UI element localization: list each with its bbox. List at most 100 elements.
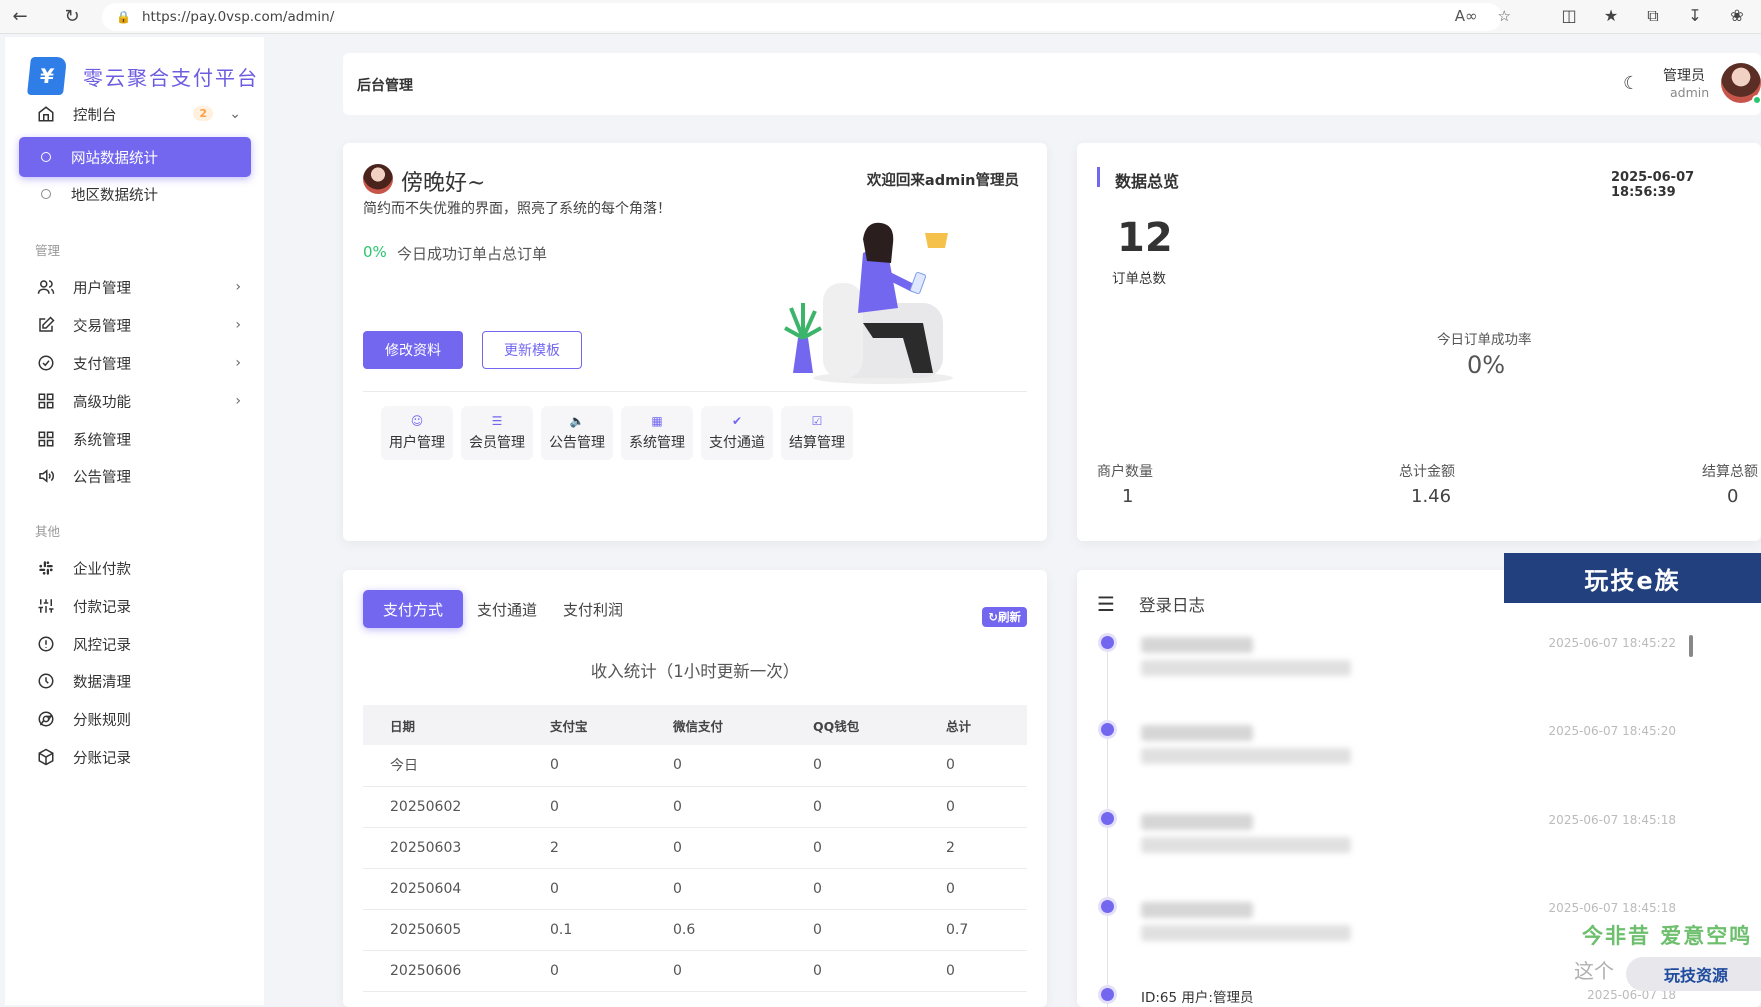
logo-icon: ¥	[27, 57, 67, 95]
tab-payment-channel[interactable]: 支付通道	[467, 590, 547, 628]
quick-link-announcements[interactable]: 🔈 公告管理	[541, 406, 613, 460]
sidebar: ¥ 零云聚合支付平台 控制台 2 ⌄ 网站数据统计 地区数据统计 管理 用户管理…	[5, 37, 264, 1005]
sidebar-item-site-stats[interactable]: 网站数据统计	[19, 137, 251, 177]
scrollbar[interactable]	[1689, 635, 1693, 657]
quick-link-settlement[interactable]: ☑ 结算管理	[781, 406, 853, 460]
section-label-other: 其他	[35, 524, 61, 539]
quick-link-label: 公告管理	[549, 435, 605, 451]
table-cell: 20250603	[363, 827, 523, 869]
table-row: 今日 0 0 0 0	[363, 745, 1027, 787]
table-cell: 0	[523, 745, 646, 787]
column-header: 日期	[363, 705, 523, 745]
layers-icon: ☰	[491, 414, 503, 428]
sidebar-item-advanced[interactable]: 高级功能 ›	[19, 381, 251, 421]
reload-icon[interactable]: ↻	[52, 0, 92, 34]
moon-icon[interactable]: ☾	[1623, 73, 1639, 94]
sidebar-item-data-cleanup[interactable]: 数据清理	[19, 661, 251, 701]
table-cell: 2	[919, 827, 1027, 869]
tab-payment-profit[interactable]: 支付利润	[553, 590, 633, 628]
table-row: 20250604 0 0 0 0	[363, 868, 1027, 910]
grid-icon: ▦	[651, 414, 663, 428]
watermark-text: 这个	[1574, 959, 1614, 983]
sidebar-item-region-stats[interactable]: 地区数据统计	[19, 174, 251, 214]
sidebar-item-enterprise-pay[interactable]: 企业付款	[19, 548, 251, 588]
sidebar-item-payment-records[interactable]: 付款记录	[19, 586, 251, 626]
collections-icon[interactable]: ⧉	[1643, 6, 1663, 26]
extensions-icon[interactable]: ❀	[1727, 6, 1747, 26]
url-text[interactable]: https://pay.0vsp.com/admin/	[142, 9, 334, 25]
quick-link-label: 用户管理	[389, 435, 445, 451]
sidebar-item-label: 风控记录	[73, 637, 131, 654]
favorites-icon[interactable]: ★	[1601, 6, 1621, 26]
watermark-pill: 玩技资源	[1626, 957, 1761, 991]
timeline-dot	[1101, 988, 1114, 1001]
quick-link-users[interactable]: ☺ 用户管理	[381, 406, 453, 460]
table-cell: 0	[523, 950, 646, 992]
sidebar-item-risk-records[interactable]: 风控记录	[19, 624, 251, 664]
favorite-star-icon[interactable]: ☆	[1498, 7, 1511, 25]
sidebar-item-split-records[interactable]: 分账记录	[19, 737, 251, 777]
sidebar-item-label: 分账规则	[73, 712, 131, 729]
logo[interactable]: ¥ 零云聚合支付平台	[27, 57, 259, 95]
table-cell: 0	[646, 827, 786, 869]
sidebar-item-label: 公告管理	[73, 469, 131, 486]
sidebar-item-announcements[interactable]: 公告管理	[19, 456, 251, 496]
order-total-label: 订单总数	[1112, 271, 1166, 287]
sidebar-item-label: 付款记录	[73, 599, 131, 616]
table-cell: 20250604	[363, 868, 523, 910]
chevron-right-icon: ›	[235, 393, 241, 409]
sidebar-item-dashboard[interactable]: 控制台 2 ⌄	[19, 94, 251, 134]
stats-title: 收入统计（1小时更新一次）	[590, 662, 800, 681]
tab-payment-method[interactable]: 支付方式	[363, 590, 463, 628]
sidebar-item-system[interactable]: 系统管理	[19, 419, 251, 459]
table-cell: 0	[646, 868, 786, 910]
speaker-icon	[35, 465, 57, 487]
download-icon[interactable]: ↧	[1685, 6, 1705, 26]
read-aloud-icon[interactable]: A∞	[1455, 7, 1478, 25]
sidebar-item-label: 地区数据统计	[71, 187, 158, 204]
quick-link-members[interactable]: ☰ 会员管理	[461, 406, 533, 460]
section-label-manage: 管理	[35, 243, 61, 258]
sidebar-item-label: 分账记录	[73, 750, 131, 767]
slogan: 简约而不失优雅的界面，照亮了系统的每个角落！	[363, 201, 671, 217]
table-row: 20250602 0 0 0 0	[363, 786, 1027, 828]
back-icon[interactable]: ←	[0, 0, 40, 34]
refresh-button[interactable]: ↻刷新	[982, 607, 1027, 627]
sidebar-item-payments[interactable]: 支付管理 ›	[19, 343, 251, 383]
sidebar-item-label: 支付管理	[73, 356, 131, 373]
list-icon: ☰	[1097, 592, 1115, 616]
table-cell: 0	[786, 868, 919, 910]
table-cell: 0	[786, 950, 919, 992]
table-cell: 0	[919, 745, 1027, 787]
quick-link-label: 系统管理	[629, 435, 685, 451]
chrome-icon	[35, 708, 57, 730]
quick-link-system[interactable]: ▦ 系统管理	[621, 406, 693, 460]
table-cell: 今日	[363, 745, 523, 787]
watermark-banner: 玩技e族	[1504, 553, 1761, 603]
table-cell: 0	[646, 950, 786, 992]
table-cell: 0	[646, 786, 786, 828]
online-status-dot	[1752, 95, 1761, 105]
quick-link-channels[interactable]: ✔ 支付通道	[701, 406, 773, 460]
blurred-text	[1141, 814, 1253, 830]
user-name[interactable]: 管理员	[1663, 65, 1705, 85]
edit-profile-button[interactable]: 修改资料	[363, 331, 463, 369]
quick-link-label: 结算管理	[789, 435, 845, 451]
sidebar-item-split-rules[interactable]: 分账规则	[19, 699, 251, 739]
split-screen-icon[interactable]: ◫	[1559, 6, 1579, 26]
login-log-title: 登录日志	[1139, 596, 1205, 615]
sidebar-item-label: 系统管理	[73, 432, 131, 449]
sidebar-item-trades[interactable]: 交易管理 ›	[19, 305, 251, 345]
table-row: 20250603 2 0 0 2	[363, 827, 1027, 869]
table-cell: 0	[786, 745, 919, 787]
table-cell: 0	[919, 950, 1027, 992]
sidebar-item-label: 企业付款	[73, 561, 131, 578]
table-cell: 0.1	[523, 909, 646, 951]
sidebar-item-users[interactable]: 用户管理 ›	[19, 267, 251, 307]
order-total-value: 12	[1117, 215, 1173, 261]
address-bar[interactable]: 🔒 https://pay.0vsp.com/admin/	[102, 3, 1502, 31]
speaker-icon: 🔈	[569, 414, 585, 428]
table-cell: 20250602	[363, 786, 523, 828]
update-template-button[interactable]: 更新模板	[482, 331, 582, 369]
clock-icon	[35, 670, 57, 692]
